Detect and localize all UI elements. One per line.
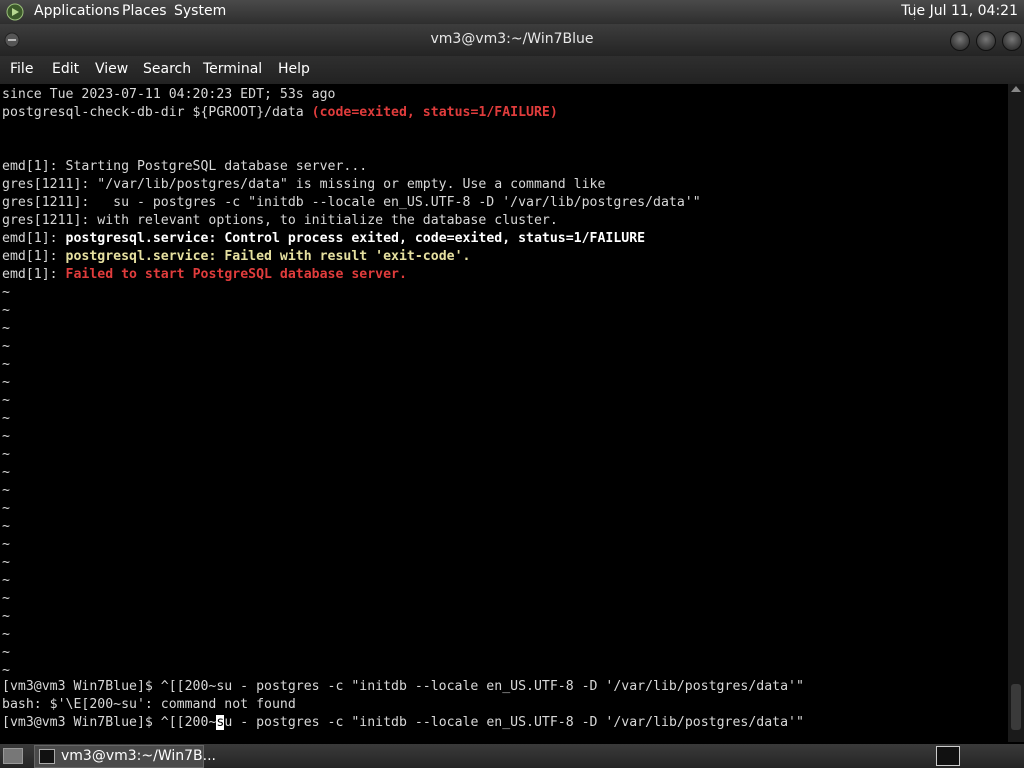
terminal-line: postgresql-check-db-dir ${PGROOT}/data (…: [2, 104, 558, 122]
terminal-text-segment: (code=exited, status=1/FAILURE): [311, 105, 558, 120]
clock[interactable]: Tue Jul 11, 04:21: [901, 3, 1018, 19]
current-prompt-line[interactable]: [vm3@vm3 Win7Blue]$ ^[[200~su - postgres…: [2, 714, 804, 732]
error-line: bash: $'\E[200~su': command not found: [2, 697, 296, 712]
menu-view[interactable]: View: [95, 61, 128, 77]
tilde-line: ~: [2, 339, 10, 354]
terminal-line: since Tue 2023-07-11 04:20:23 EDT; 53s a…: [2, 86, 335, 104]
maximize-button[interactable]: [976, 31, 996, 51]
tilde-line: ~: [2, 465, 10, 480]
taskbar-item-label: vm3@vm3:~/Win7B...: [61, 748, 216, 764]
terminal-line: gres[1211]: "/var/lib/postgres/data" is …: [2, 176, 605, 194]
terminal-text-segment: gres[1211]: su - postgres -c "initdb --l…: [2, 195, 701, 210]
tilde-line: ~: [2, 303, 10, 318]
terminal-scrollbar[interactable]: [1008, 84, 1024, 742]
terminal-text-segment: postgresql-check-db-dir ${PGROOT}/data: [2, 105, 312, 120]
terminal-text-segment: postgresql.service: Control process exit…: [65, 231, 646, 246]
tilde-line: ~: [2, 447, 10, 462]
menubar: File Edit View Search Terminal Help: [0, 56, 1024, 84]
tilde-line: ~: [2, 285, 10, 300]
tilde-line: ~: [2, 519, 10, 534]
tilde-line: ~: [2, 429, 10, 444]
tilde-line: ~: [2, 555, 10, 570]
menu-file[interactable]: File: [10, 61, 33, 77]
tilde-line: ~: [2, 573, 10, 588]
tilde-line: ~: [2, 411, 10, 426]
terminal-line: emd[1]: postgresql.service: Control proc…: [2, 230, 645, 248]
terminal-text-segment: emd[1]:: [2, 231, 66, 246]
terminal-line: emd[1]: Starting PostgreSQL database ser…: [2, 158, 367, 176]
terminal-text-segment: Failed to start PostgreSQL database serv…: [65, 267, 407, 282]
menu-edit[interactable]: Edit: [52, 61, 79, 77]
prompt-text: [vm3@vm3 Win7Blue]$ ^[[200~: [2, 715, 217, 730]
tilde-line: ~: [2, 375, 10, 390]
prompt-input-text: u - postgres -c "initdb --locale en_US.U…: [224, 715, 804, 730]
terminal-text-segment: emd[1]:: [2, 267, 66, 282]
menu-terminal[interactable]: Terminal: [203, 61, 262, 77]
scroll-up-icon[interactable]: [1011, 86, 1021, 92]
terminal-text-segment: emd[1]:: [2, 249, 66, 264]
close-button[interactable]: [1002, 31, 1022, 51]
window-title: vm3@vm3:~/Win7Blue: [430, 31, 594, 47]
terminal-line: emd[1]: Failed to start PostgreSQL datab…: [2, 266, 407, 284]
places-menu[interactable]: Places: [122, 3, 167, 19]
terminal-line: gres[1211]: with relevant options, to in…: [2, 212, 558, 230]
prompt-line: [vm3@vm3 Win7Blue]$ ^[[200~su - postgres…: [2, 679, 804, 694]
tilde-line: ~: [2, 501, 10, 516]
gnome-foot-icon[interactable]: [6, 3, 24, 21]
workspace-switcher[interactable]: [936, 746, 960, 766]
terminal-text-segment: gres[1211]: with relevant options, to in…: [2, 213, 558, 228]
terminal-output[interactable]: since Tue 2023-07-11 04:20:23 EDT; 53s a…: [0, 84, 1008, 742]
terminal-text-segment: emd[1]: Starting PostgreSQL database ser…: [2, 159, 368, 174]
system-menu[interactable]: System: [174, 3, 226, 19]
scrollbar-thumb[interactable]: [1011, 684, 1021, 730]
taskbar-item-terminal[interactable]: vm3@vm3:~/Win7B...: [34, 745, 216, 768]
show-desktop-icon[interactable]: [3, 748, 23, 764]
window-titlebar[interactable]: vm3@vm3:~/Win7Blue: [0, 24, 1024, 56]
tilde-line: ~: [2, 393, 10, 408]
terminal-text-segment: since Tue 2023-07-11 04:20:23 EDT; 53s a…: [2, 87, 336, 102]
terminal-text-segment: gres[1211]: "/var/lib/postgres/data" is …: [2, 177, 606, 192]
terminal-line: emd[1]: postgresql.service: Failed with …: [2, 248, 470, 266]
minimize-button[interactable]: [950, 31, 970, 51]
tilde-line: ~: [2, 645, 10, 660]
terminal-line: gres[1211]: su - postgres -c "initdb --l…: [2, 194, 701, 212]
menu-help[interactable]: Help: [278, 61, 310, 77]
bottom-taskbar: vm3@vm3:~/Win7B...: [0, 744, 1024, 768]
tilde-line: ~: [2, 591, 10, 606]
tilde-line: ~: [2, 627, 10, 642]
tilde-line: ~: [2, 321, 10, 336]
terminal-icon: [39, 749, 55, 764]
applications-menu[interactable]: Applications: [34, 3, 120, 19]
tilde-line: ~: [2, 357, 10, 372]
menu-search[interactable]: Search: [143, 61, 191, 77]
tilde-line: ~: [2, 537, 10, 552]
tilde-line: ~: [2, 609, 10, 624]
tilde-line: ~: [2, 483, 10, 498]
top-panel: Applications Places System Tue Jul 11, 0…: [0, 0, 1024, 24]
terminal-text-segment: postgresql.service: Failed with result '…: [65, 249, 471, 264]
